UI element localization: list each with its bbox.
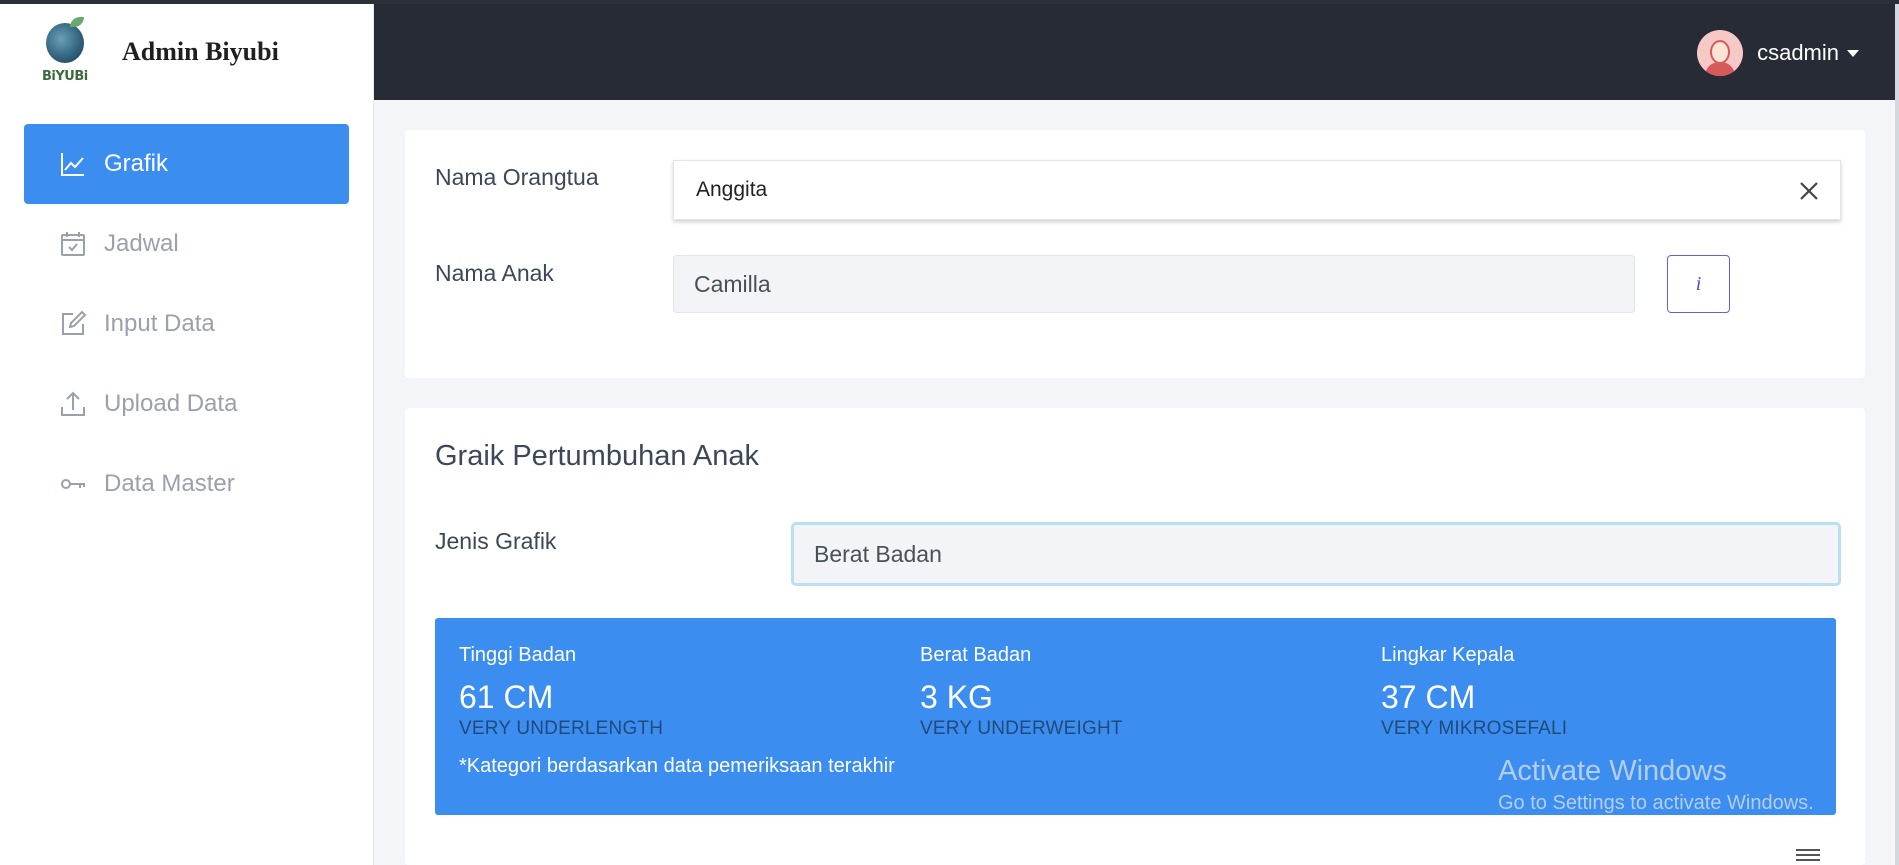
- stat-value: 3 KG: [920, 679, 993, 715]
- user-menu[interactable]: csadmin: [1697, 30, 1859, 76]
- sidebar-item-jadwal[interactable]: Jadwal: [24, 204, 349, 284]
- parent-select[interactable]: Anggita: [673, 160, 1841, 220]
- brand[interactable]: BiYUBi Admin Biyubi: [0, 4, 373, 100]
- hamburger-menu-icon[interactable]: [1796, 848, 1820, 862]
- top-header: csadmin: [374, 4, 1899, 100]
- scrollbar[interactable]: [1895, 4, 1899, 865]
- key-icon: [58, 469, 88, 499]
- stat-label: Tinggi Badan: [459, 644, 577, 666]
- child-label: Nama Anak: [435, 260, 554, 286]
- username: csadmin: [1757, 40, 1839, 65]
- sidebar-item-label: Upload Data: [104, 390, 238, 417]
- sidebar-nav: Grafik Jadwal Input Data Upload Data Dat…: [0, 100, 373, 524]
- chart-type-label: Jenis Grafik: [435, 528, 557, 554]
- sidebar-item-label: Grafik: [104, 150, 169, 177]
- child-value: Camilla: [694, 270, 771, 297]
- stat-category: VERY MIKROSEFALI: [1381, 718, 1568, 739]
- stat-category: VERY UNDERLENGTH: [459, 718, 664, 739]
- sidebar-item-label: Data Master: [104, 470, 235, 497]
- stat-category: VERY UNDERWEIGHT: [920, 718, 1123, 739]
- chart-type-select[interactable]: Berat Badan: [791, 522, 1841, 586]
- parent-label: Nama Orangtua: [435, 164, 599, 190]
- section-title: Graik Pertumbuhan Anak: [435, 440, 760, 472]
- upload-icon: [58, 389, 88, 419]
- chart-type-value: Berat Badan: [814, 540, 942, 567]
- close-icon[interactable]: [1796, 178, 1822, 204]
- brand-logo: BiYUBi: [40, 17, 90, 87]
- avatar: [1697, 30, 1744, 76]
- stat-label: Lingkar Kepala: [1381, 644, 1515, 666]
- sidebar-item-upload-data[interactable]: Upload Data: [24, 364, 349, 444]
- footnote: *Kategori berdasarkan data pemeriksaan t…: [459, 755, 895, 777]
- sidebar-item-label: Jadwal: [104, 230, 179, 257]
- windows-watermark: Activate Windows Go to Settings to activ…: [1498, 755, 1814, 814]
- sidebar-item-label: Input Data: [104, 310, 215, 337]
- child-field[interactable]: Camilla: [673, 255, 1635, 313]
- stat-value: 61 CM: [459, 679, 554, 715]
- stat-height: Tinggi Badan 61 CM VERY UNDERLENGTH: [459, 644, 663, 740]
- parent-value: Anggita: [696, 178, 768, 201]
- caret-down-icon: [1847, 49, 1859, 57]
- stat-label: Berat Badan: [920, 644, 1032, 666]
- sidebar-item-grafik[interactable]: Grafik: [24, 124, 349, 204]
- selection-card: Nama Orangtua Anggita Nama Anak Camilla …: [405, 130, 1865, 378]
- sidebar-item-data-master[interactable]: Data Master: [24, 444, 349, 524]
- sidebar-item-input-data[interactable]: Input Data: [24, 284, 349, 364]
- stat-value: 37 CM: [1381, 679, 1476, 715]
- edit-icon: [58, 309, 88, 339]
- info-button[interactable]: i: [1667, 255, 1730, 313]
- sidebar: BiYUBi Admin Biyubi Grafik Jadwal Input …: [0, 4, 374, 865]
- stat-head-circumference: Lingkar Kepala 37 CM VERY MIKROSEFALI: [1381, 644, 1567, 740]
- brand-title: Admin Biyubi: [122, 37, 279, 66]
- stat-weight: Berat Badan 3 KG VERY UNDERWEIGHT: [920, 644, 1123, 740]
- calendar-check-icon: [58, 229, 88, 259]
- line-chart-icon: [58, 149, 88, 179]
